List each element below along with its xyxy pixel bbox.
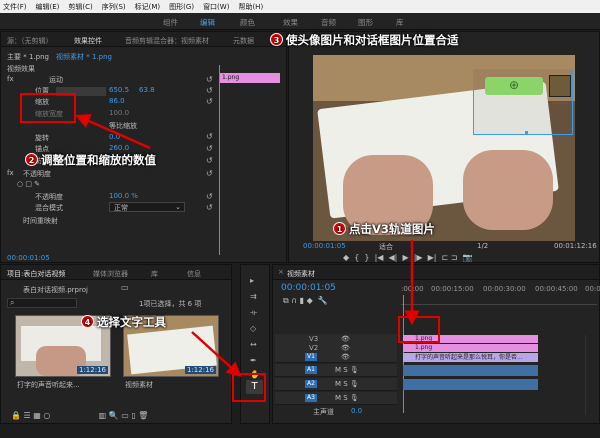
callout-3: 3 使头像图片和对话框图片位置合适 <box>270 32 459 48</box>
arrow-2 <box>75 114 151 150</box>
callout-4: 4 选择文字工具 <box>81 314 166 330</box>
arrow-4 <box>191 331 242 378</box>
callout-2: 2 调整位置和缩放的数值 <box>25 152 156 168</box>
callout-1: 1 点击V3轨道图片 <box>333 221 435 237</box>
annotation-arrows <box>75 114 420 378</box>
